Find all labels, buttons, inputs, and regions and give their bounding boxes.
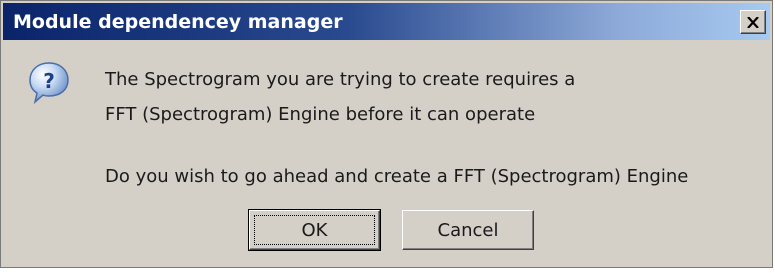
question-icon: ? [29, 62, 69, 105]
window-title: Module dependencey manager [13, 11, 343, 33]
cancel-button[interactable]: Cancel [402, 210, 534, 250]
message-line-2: FFT (Spectrogram) Engine before it can o… [105, 104, 536, 125]
message-line-3: Do you wish to go ahead and create a FFT… [105, 166, 689, 187]
close-icon [747, 16, 759, 28]
ok-button[interactable]: OK [248, 209, 381, 251]
svg-text:?: ? [43, 69, 55, 93]
dialog-window: Module dependencey manager ? The Spectro… [0, 0, 773, 268]
cancel-button-label: Cancel [437, 219, 499, 241]
title-bar[interactable]: Module dependencey manager [3, 3, 770, 40]
focus-ring [254, 215, 375, 245]
message-line-1: The Spectrogram you are trying to create… [105, 69, 576, 90]
close-button[interactable] [740, 10, 766, 34]
